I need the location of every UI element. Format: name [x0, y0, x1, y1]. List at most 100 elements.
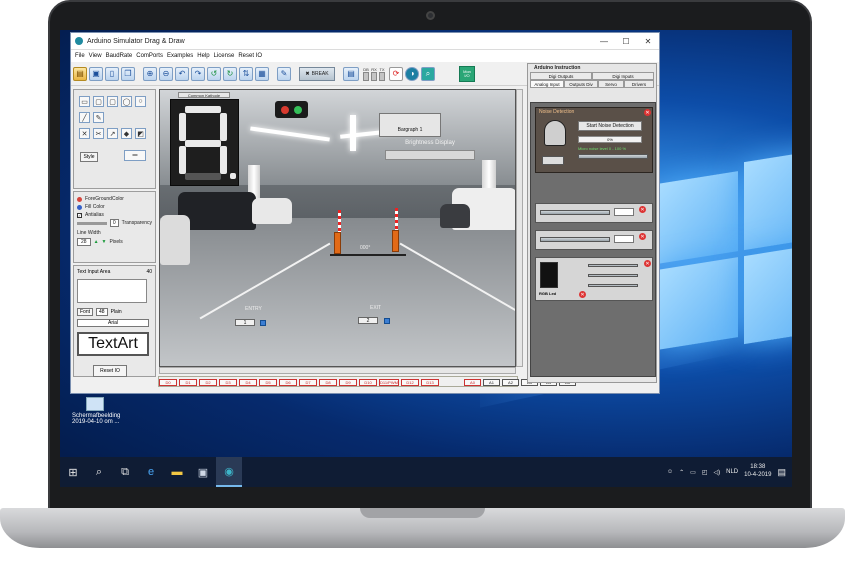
- entry-button[interactable]: [260, 320, 266, 326]
- zoom-out-icon[interactable]: ⊖: [159, 66, 173, 81]
- analog-slider[interactable]: [540, 210, 610, 215]
- menu-view[interactable]: View: [89, 53, 102, 59]
- notifications-icon[interactable]: ▤: [777, 467, 786, 478]
- pin-d3[interactable]: D3: [219, 379, 237, 386]
- brush-tool-icon[interactable]: ↗: [107, 128, 118, 139]
- battery-icon[interactable]: ▭: [690, 469, 696, 476]
- pin-a2[interactable]: A2: [502, 379, 519, 386]
- pin-d0[interactable]: D0: [159, 379, 177, 386]
- edit-icon[interactable]: ✎: [277, 66, 291, 81]
- rounded-rect-tool-icon[interactable]: ▢: [93, 96, 104, 107]
- people-icon[interactable]: ☺: [667, 469, 673, 475]
- desktop-file-icon[interactable]: Schermafbeelding 2019-04-10 om ...: [72, 397, 142, 425]
- tab-servo[interactable]: Servo: [598, 80, 624, 88]
- round-box-tool-icon[interactable]: ▢: [107, 96, 118, 107]
- line-tool-icon[interactable]: ╱: [79, 112, 90, 123]
- zoom-in-icon[interactable]: ⊕: [143, 66, 157, 81]
- pin-d10[interactable]: D10: [359, 379, 377, 386]
- tab-digi-outputs[interactable]: Digi Outputs: [530, 72, 592, 80]
- pin-d8[interactable]: D8: [319, 379, 337, 386]
- transparency-value[interactable]: 0: [109, 219, 119, 227]
- exit-button[interactable]: [384, 318, 390, 324]
- increase-width-icon[interactable]: ▲: [94, 239, 99, 245]
- style-button[interactable]: Style: [80, 152, 98, 162]
- close-module-icon[interactable]: ✕: [639, 206, 646, 213]
- save-icon[interactable]: ▣: [89, 66, 103, 81]
- bargraph[interactable]: Bargraph 1: [379, 113, 441, 137]
- file-explorer-icon[interactable]: ▬: [164, 457, 190, 487]
- start-noise-detection-button[interactable]: Start Noise Detection: [578, 121, 642, 131]
- break-button[interactable]: ✖ BREAK: [299, 66, 335, 81]
- tab-analog-input[interactable]: Analog Input: [530, 80, 564, 88]
- pin-select[interactable]: [542, 156, 564, 165]
- analog-slider-module[interactable]: ✕: [535, 203, 653, 223]
- entry-gate[interactable]: [334, 232, 341, 254]
- menu-comports[interactable]: ComPorts: [136, 53, 163, 59]
- analog-slider-module[interactable]: ✕: [535, 230, 653, 250]
- search-icon[interactable]: ⌕: [421, 66, 435, 81]
- language-indicator[interactable]: NLD: [726, 469, 738, 475]
- noise-detection-module[interactable]: Noise Detection ✕ Start Noise Detection …: [535, 107, 653, 173]
- pin-d9[interactable]: D9: [339, 379, 357, 386]
- task-view-icon[interactable]: ⧉: [112, 457, 138, 487]
- pin-d1[interactable]: D1: [179, 379, 197, 386]
- pin-d6[interactable]: D6: [279, 379, 297, 386]
- close-module-icon[interactable]: ✕: [639, 233, 646, 240]
- pin-select[interactable]: [614, 235, 634, 243]
- rotate-left-icon[interactable]: ↺: [207, 66, 221, 81]
- line-style-icon[interactable]: ═: [124, 150, 146, 161]
- antialias-checkbox[interactable]: ✓: [77, 212, 82, 218]
- menu-help[interactable]: Help: [197, 53, 209, 59]
- upload-icon[interactable]: ◑: [405, 66, 419, 81]
- pin-a0[interactable]: A0: [464, 379, 481, 386]
- pen-tool-icon[interactable]: ✎: [93, 112, 104, 123]
- ellipse-tool-icon[interactable]: ◯: [121, 96, 132, 107]
- open-folder-icon[interactable]: ▤: [73, 66, 87, 81]
- picker-tool-icon[interactable]: ✂: [93, 128, 104, 139]
- pin-d13[interactable]: D13: [421, 379, 439, 386]
- eraser-tool-icon[interactable]: ◩: [135, 128, 146, 139]
- red-slider[interactable]: [588, 264, 638, 267]
- pin-d12[interactable]: D12: [401, 379, 419, 386]
- tab-outputs-div[interactable]: Outputs Div: [564, 80, 598, 88]
- menu-reset-io[interactable]: Reset IO: [238, 53, 262, 59]
- clock[interactable]: 18:38 10-4-2019: [744, 464, 771, 480]
- close-module-icon[interactable]: ✕: [579, 291, 586, 298]
- search-icon[interactable]: ⌕: [86, 457, 112, 487]
- close-module-icon[interactable]: ✕: [644, 109, 651, 116]
- text-input-area[interactable]: [77, 279, 147, 303]
- pin-d2[interactable]: D2: [199, 379, 217, 386]
- rgb-led-module[interactable]: RGB Led ✕ ✕: [535, 257, 653, 301]
- foreground-color-swatch[interactable]: [77, 196, 82, 202]
- blue-slider[interactable]: [588, 284, 638, 287]
- pin-d7[interactable]: D7: [299, 379, 317, 386]
- maximize-button[interactable]: ☐: [615, 37, 637, 46]
- refresh-icon[interactable]: ⟳: [389, 66, 403, 81]
- pin-d4[interactable]: D4: [239, 379, 257, 386]
- vertical-scrollbar[interactable]: [516, 89, 523, 367]
- pin-select[interactable]: [614, 208, 634, 216]
- transparency-slider[interactable]: [77, 221, 107, 225]
- flip-icon[interactable]: ⇅: [239, 66, 253, 81]
- rotate-right-icon[interactable]: ↻: [223, 66, 237, 81]
- seven-segment-display[interactable]: [170, 99, 239, 186]
- traffic-light[interactable]: [275, 101, 308, 118]
- decrease-width-icon[interactable]: ▼: [102, 239, 107, 245]
- green-slider[interactable]: [588, 274, 638, 277]
- simulation-canvas[interactable]: Common Kathode Bargraph 1 Brightness Dis…: [159, 89, 516, 367]
- analog-slider[interactable]: [540, 237, 610, 242]
- menu-examples[interactable]: Examples: [167, 53, 193, 59]
- arduino-simulator-taskbar-icon[interactable]: ◉: [216, 457, 242, 487]
- serial-icon[interactable]: ▤: [343, 66, 359, 81]
- font-button[interactable]: Font: [77, 308, 94, 316]
- line-width-value[interactable]: 28: [77, 238, 91, 246]
- show-hidden-icons-chevron-up-icon[interactable]: ⌃: [679, 469, 684, 476]
- tab-drivers[interactable]: Drivers: [624, 80, 654, 88]
- volume-icon[interactable]: ◁): [713, 469, 720, 476]
- rectangle-tool-icon[interactable]: ▭: [79, 96, 90, 107]
- monitor-io-button[interactable]: Mon I/O: [459, 65, 475, 82]
- circle-tool-icon[interactable]: ○: [135, 96, 146, 107]
- cross-tool-icon[interactable]: ✕: [79, 128, 90, 139]
- font-name-field[interactable]: Arial: [77, 319, 149, 327]
- brightness-display[interactable]: [385, 150, 475, 160]
